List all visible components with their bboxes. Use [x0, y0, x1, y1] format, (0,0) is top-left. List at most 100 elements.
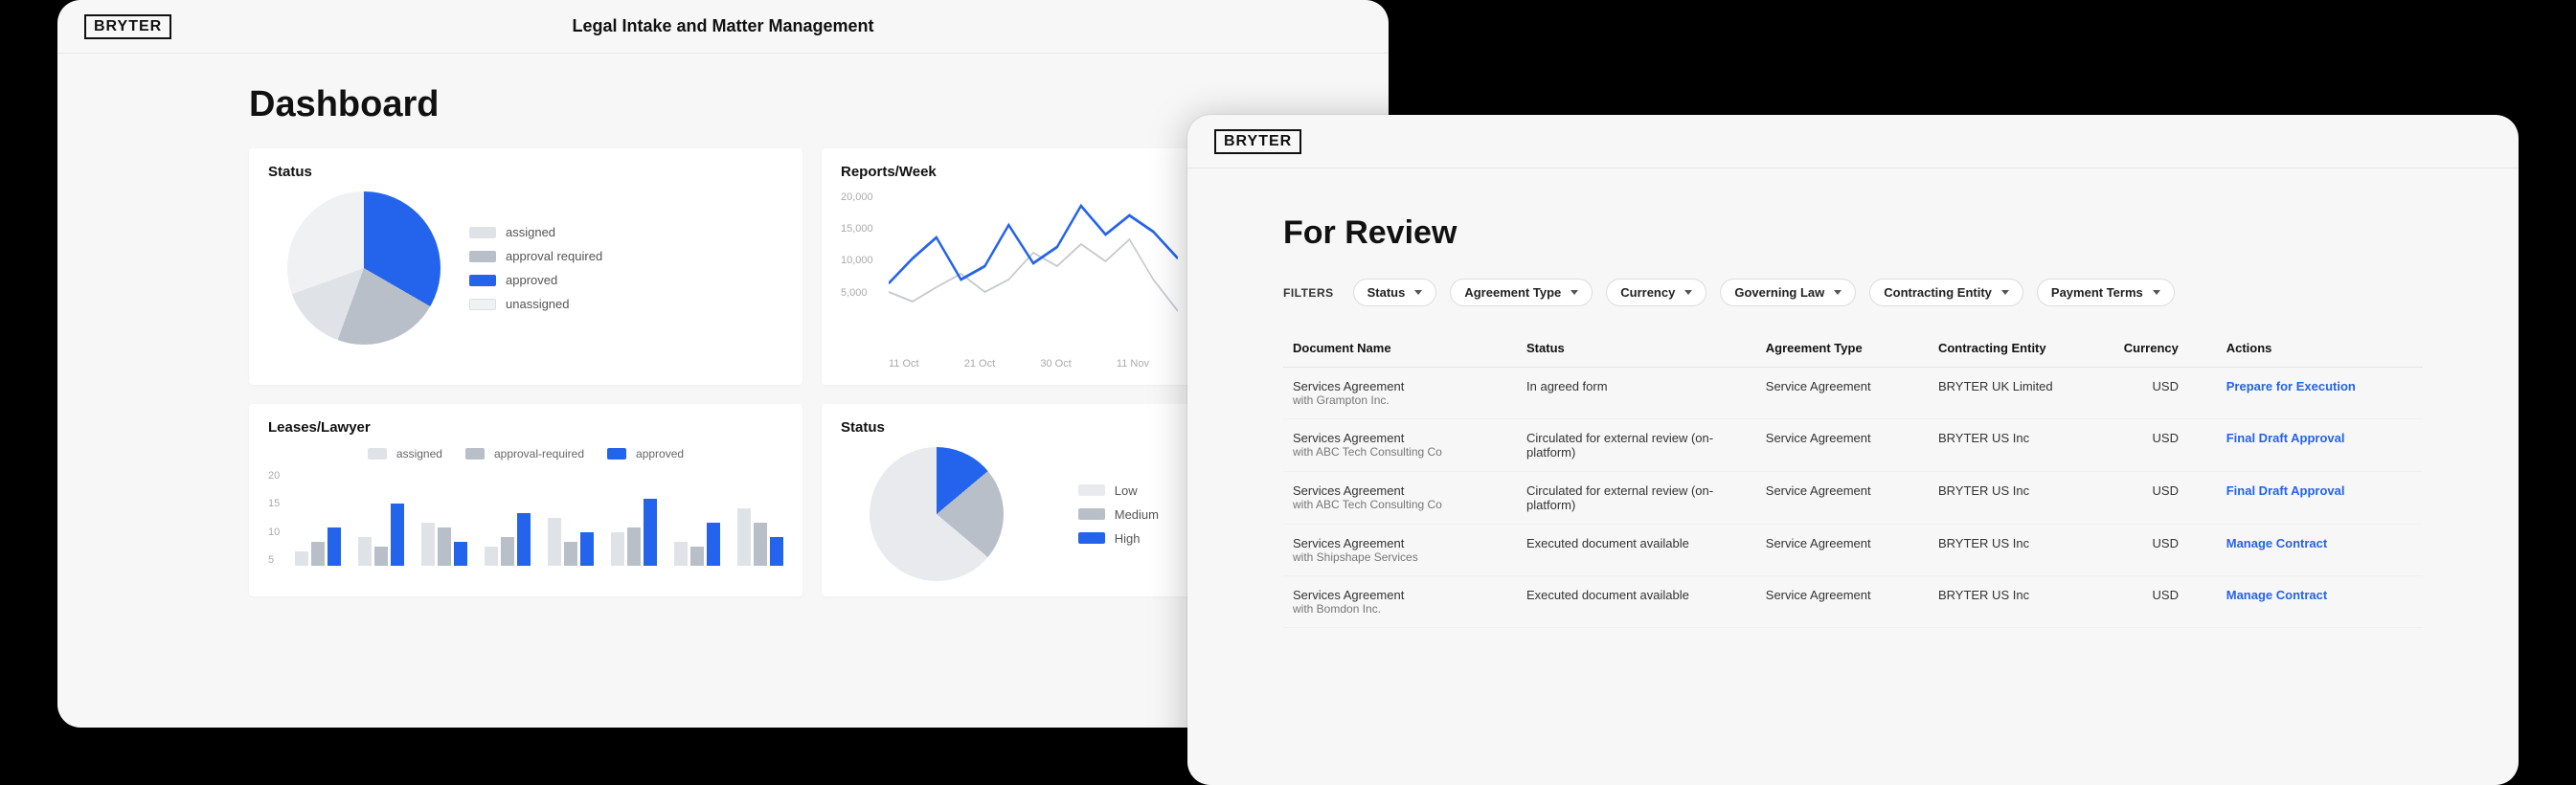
bar [690, 547, 704, 566]
filters-label: FILTERS [1283, 286, 1334, 300]
legend-label: Medium [1115, 507, 1159, 522]
bar [754, 523, 767, 566]
cell-document: Services Agreementwith ABC Tech Consulti… [1283, 472, 1517, 525]
legend-item: approved [469, 273, 602, 287]
chevron-down-icon [1414, 290, 1422, 295]
cell-document: Services Agreementwith Grampton Inc. [1283, 368, 1517, 419]
col-agreement-type: Agreement Type [1756, 329, 1929, 368]
action-link[interactable]: Manage Contract [2226, 536, 2327, 550]
legend-item: unassigned [469, 297, 602, 311]
cell-status: Circulated for external review (on-platf… [1517, 472, 1756, 525]
cell-currency: USD [2114, 525, 2217, 576]
cell-type: Service Agreement [1756, 419, 1929, 472]
bar-group [421, 523, 467, 566]
bar [421, 523, 435, 566]
y-tick: 15 [268, 498, 280, 509]
legend-label: approval-required [494, 447, 584, 460]
filter-label: Contracting Entity [1884, 285, 1992, 300]
filter-label: Governing Law [1734, 285, 1824, 300]
filter-label: Currency [1620, 285, 1675, 300]
cell-action: Manage Contract [2217, 576, 2423, 628]
bar [311, 542, 325, 566]
bar [548, 518, 561, 566]
legend-label: Low [1115, 483, 1138, 498]
table-row: Services Agreementwith Shipshape Service… [1283, 525, 2423, 576]
cell-currency: USD [2114, 576, 2217, 628]
action-link[interactable]: Manage Contract [2226, 588, 2327, 602]
cell-status: In agreed form [1517, 368, 1756, 419]
card-title: Reports/Week [841, 164, 1178, 180]
card-title: Leases/Lawyer [268, 419, 783, 436]
table-row: Services Agreementwith ABC Tech Consulti… [1283, 419, 2423, 472]
legend-label: High [1115, 531, 1141, 546]
legend-label: approved [636, 447, 684, 460]
logo: BRYTER [1214, 129, 1301, 154]
bar [374, 547, 388, 566]
card-title: Status [841, 419, 1178, 436]
bar [611, 532, 624, 566]
bar [644, 499, 657, 566]
cell-status: Executed document available [1517, 525, 1756, 576]
card-status-pie2: Status Low Medium High [822, 404, 1197, 596]
filter-label: Status [1367, 285, 1406, 300]
table-row: Services Agreementwith Grampton Inc.In a… [1283, 368, 2423, 419]
bar [485, 547, 498, 566]
action-link[interactable]: Final Draft Approval [2226, 431, 2345, 445]
cell-action: Final Draft Approval [2217, 472, 2423, 525]
x-tick: 30 Oct [1040, 358, 1071, 370]
filter-agreement-type[interactable]: Agreement Type [1450, 279, 1593, 306]
bar-group [485, 513, 531, 566]
chevron-down-icon [2001, 290, 2009, 295]
y-tick: 5,000 [841, 287, 868, 299]
app-title: Legal Intake and Matter Management [572, 16, 873, 36]
x-axis: 11 Oct 21 Oct 30 Oct 11 Nov [841, 354, 1178, 370]
cell-action: Prepare for Execution [2217, 368, 2423, 419]
legend: assigned approval-required approved [268, 447, 783, 460]
cell-entity: BRYTER US Inc [1929, 525, 2114, 576]
legend-item: approval required [469, 249, 602, 263]
bar [358, 537, 372, 566]
card-reports-line: Reports/Week 20,000 15,000 10,000 5,000 … [822, 148, 1197, 385]
pie-chart [870, 447, 1004, 581]
legend-label: unassigned [506, 297, 570, 311]
table-row: Services Agreementwith Bomdon Inc.Execut… [1283, 576, 2423, 628]
y-tick: 15,000 [841, 223, 873, 235]
y-tick: 5 [268, 554, 280, 566]
cell-type: Service Agreement [1756, 368, 1929, 419]
bar-group [295, 527, 341, 566]
topbar: BRYTER Legal Intake and Matter Managemen… [57, 0, 1389, 54]
bar [674, 542, 688, 566]
filter-governing-law[interactable]: Governing Law [1720, 279, 1856, 306]
cell-entity: BRYTER US Inc [1929, 472, 2114, 525]
bar-group [611, 499, 657, 566]
review-window: BRYTER For Review FILTERS StatusAgreemen… [1187, 115, 2519, 785]
x-tick: 11 Oct [889, 358, 919, 370]
cell-type: Service Agreement [1756, 472, 1929, 525]
legend-label: assigned [506, 225, 555, 239]
col-actions: Actions [2217, 329, 2423, 368]
legend-item: approved [607, 447, 684, 460]
line-chart: 20,000 15,000 10,000 5,000 [841, 191, 1178, 354]
cell-document: Services Agreementwith Shipshape Service… [1283, 525, 1517, 576]
bar [438, 527, 451, 566]
filters-row: FILTERS Status Agreement Type Currency Gove… [1283, 279, 2423, 306]
filter-status[interactable]: Status [1353, 279, 1437, 306]
page-title: For Review [1283, 214, 2423, 252]
action-link[interactable]: Final Draft Approval [2226, 483, 2345, 498]
filter-label: Agreement Type [1464, 285, 1561, 300]
col-document: Document Name [1283, 329, 1517, 368]
filter-currency[interactable]: Currency [1606, 279, 1706, 306]
col-status: Status [1517, 329, 1756, 368]
x-tick: 11 Nov [1117, 358, 1149, 370]
y-tick: 10 [268, 527, 280, 538]
filter-contracting-entity[interactable]: Contracting Entity [1869, 279, 2023, 306]
legend: Low Medium High [1078, 483, 1159, 546]
legend-item: Medium [1078, 507, 1159, 522]
card-leases-bar: Leases/Lawyer assigned approval-required… [249, 404, 802, 596]
cell-currency: USD [2114, 419, 2217, 472]
bar [501, 537, 514, 566]
bar-chart: 20 15 10 5 [268, 470, 783, 566]
filter-payment-terms[interactable]: Payment Terms [2037, 279, 2175, 306]
cell-type: Service Agreement [1756, 525, 1929, 576]
action-link[interactable]: Prepare for Execution [2226, 379, 2356, 393]
